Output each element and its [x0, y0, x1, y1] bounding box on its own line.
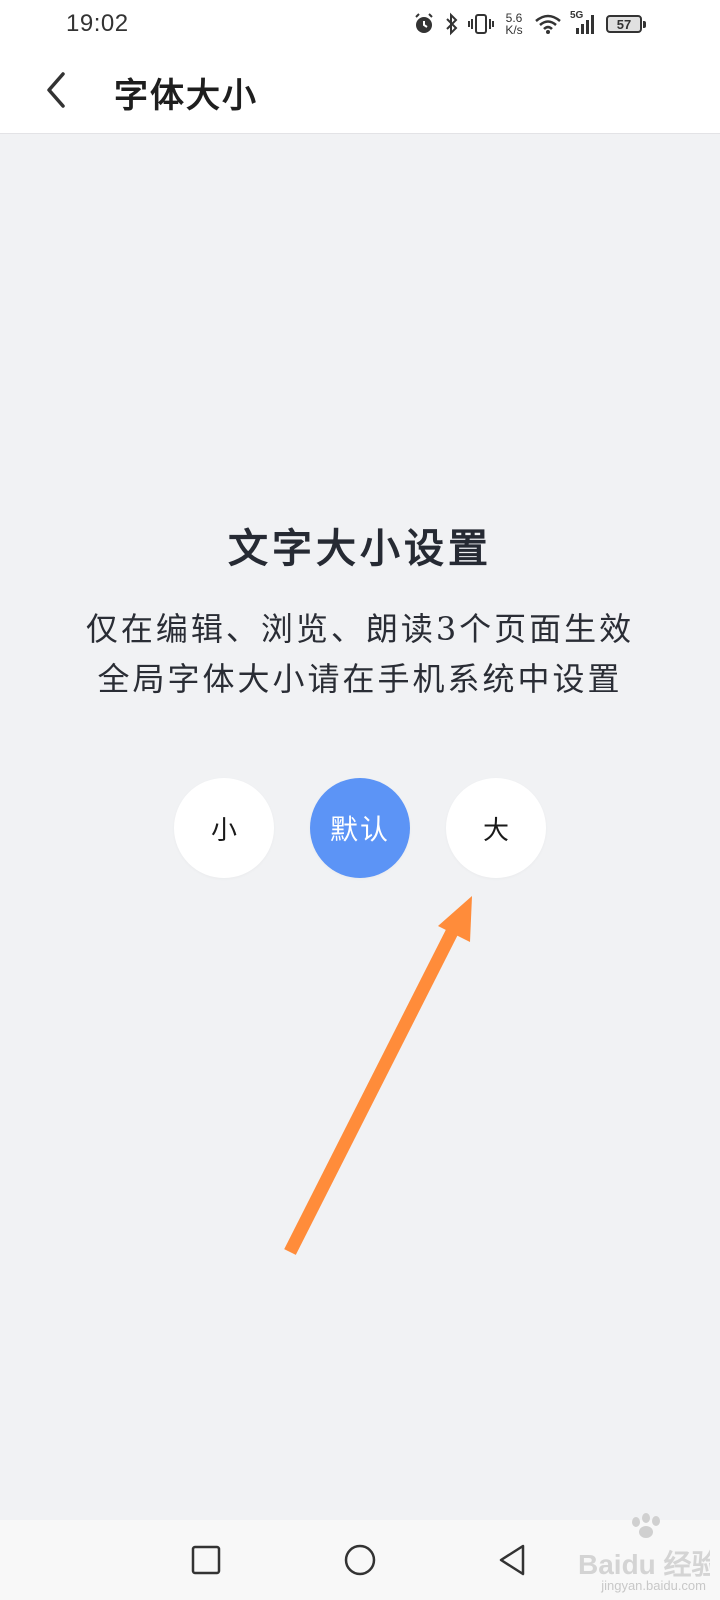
font-size-large-label: 大 [482, 815, 509, 846]
battery-level: 57 [616, 16, 632, 32]
description-line-1: 仅在编辑、浏览、朗读3个页面生效 [85, 610, 635, 648]
signal-label: 5G [570, 10, 584, 21]
page-title: 字体大小 [114, 76, 258, 116]
annotation-arrow-head [438, 896, 472, 942]
watermark-url: jingyan.baidu.com [601, 1578, 706, 1593]
back-triangle-icon [499, 1544, 525, 1576]
font-size-small-label: 小 [210, 815, 237, 846]
status-icons: 5.6 K/s 5G 57 [412, 10, 646, 38]
font-size-options: 小 默认 大 [0, 778, 720, 878]
annotation-arrow-shaft [284, 925, 460, 1255]
home-button[interactable] [338, 1538, 382, 1582]
font-size-large-button[interactable]: 大 [446, 778, 546, 878]
font-size-default-button[interactable]: 默认 [310, 778, 410, 878]
chevron-left-icon [47, 72, 65, 108]
font-size-small-button[interactable]: 小 [174, 778, 274, 878]
font-size-default-label: 默认 [329, 813, 390, 846]
wifi-icon [534, 12, 562, 36]
bluetooth-icon [444, 12, 460, 36]
signal-icon: 5G [570, 10, 598, 36]
net-speed: 5.6 K/s [502, 12, 526, 36]
settings-heading: 文字大小设置 [228, 525, 492, 572]
net-speed-unit: K/s [505, 23, 523, 37]
nav-back-button[interactable] [490, 1538, 534, 1582]
app-header: 字体大小 [0, 48, 720, 134]
alarm-icon [412, 12, 436, 36]
home-icon [344, 1544, 376, 1576]
description-line-2: 全局字体大小请在手机系统中设置 [97, 660, 623, 698]
back-button[interactable] [28, 62, 84, 118]
status-time: 19:02 [66, 10, 129, 37]
status-bar: 19:02 5.6 K/s 5G 57 [0, 0, 720, 48]
vibrate-icon [468, 12, 494, 36]
recent-apps-button[interactable] [184, 1538, 228, 1582]
battery-icon: 57 [606, 15, 646, 33]
recent-apps-icon [191, 1545, 221, 1575]
